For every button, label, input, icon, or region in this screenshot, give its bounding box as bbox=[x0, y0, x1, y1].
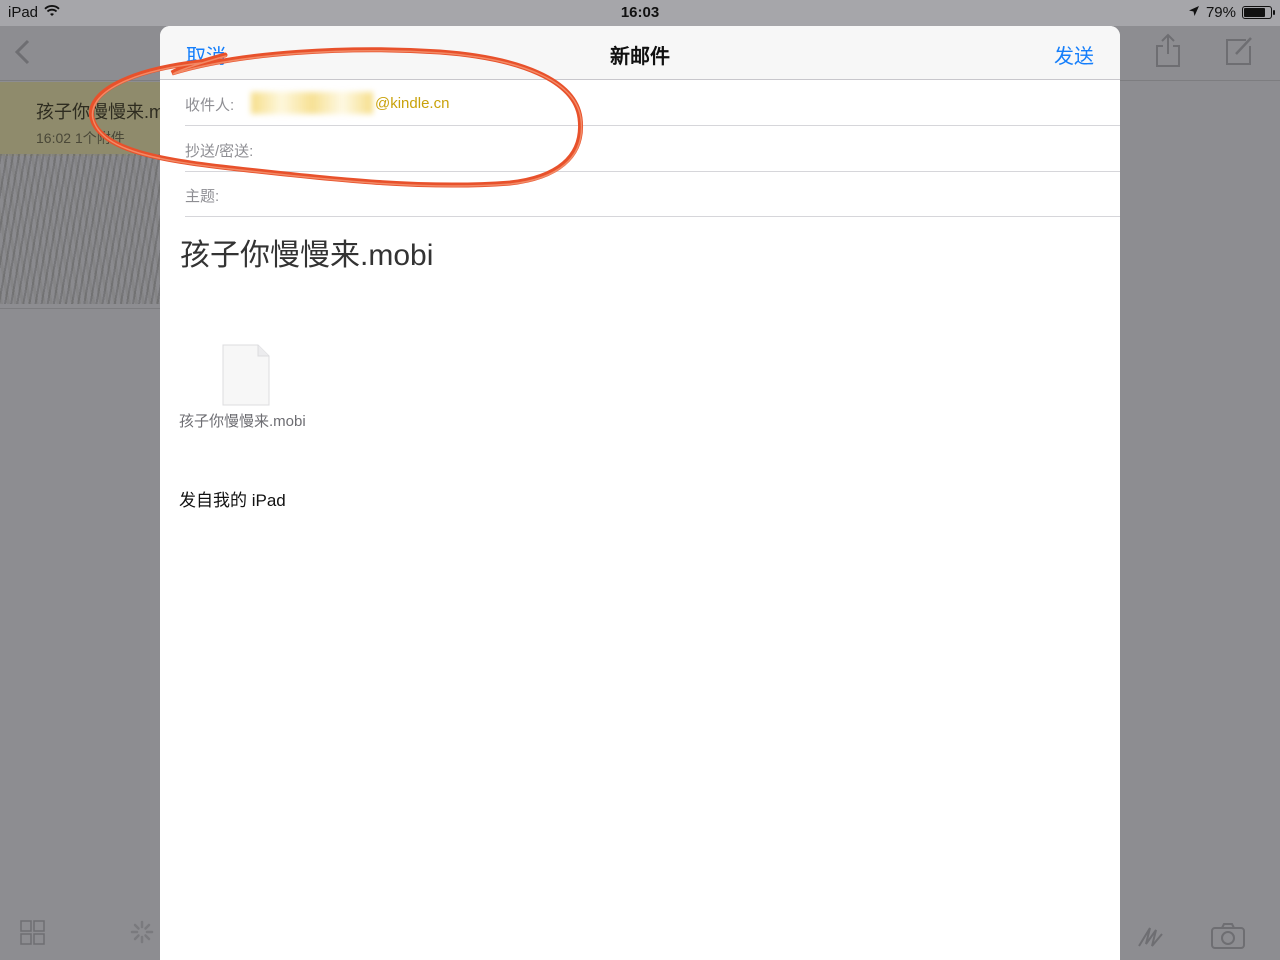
share-icon[interactable] bbox=[1154, 32, 1182, 73]
redacted-preview bbox=[0, 154, 160, 304]
message-title: 孩子你慢慢来.m bbox=[36, 102, 160, 122]
subject-label: 主题: bbox=[185, 188, 220, 205]
compose-icon[interactable] bbox=[1224, 34, 1254, 71]
message-attachment-count: 1个附件 bbox=[74, 130, 125, 146]
grid-icon[interactable] bbox=[20, 920, 46, 951]
to-field[interactable]: 收件人: @kindle.cn bbox=[185, 80, 1120, 126]
subject-field[interactable]: 主题: bbox=[185, 171, 1120, 217]
send-button[interactable]: 发送 bbox=[1054, 40, 1094, 69]
document-icon bbox=[222, 344, 270, 411]
location-arrow-icon bbox=[1188, 4, 1200, 21]
back-chevron-icon[interactable] bbox=[12, 38, 32, 71]
battery-percent: 79% bbox=[1205, 4, 1236, 21]
camera-icon[interactable] bbox=[1210, 922, 1246, 955]
cancel-button[interactable]: 取消 bbox=[186, 40, 226, 69]
cc-bcc-label: 抄送/密送: bbox=[185, 143, 254, 160]
recipient-token[interactable]: @kindle.cn bbox=[251, 92, 449, 114]
message-meta: 16:02 1个附件 bbox=[36, 128, 160, 148]
message-time: 16:02 bbox=[36, 130, 72, 146]
attachment-name: 孩子你慢慢来.mobi bbox=[179, 413, 306, 430]
spinner-icon bbox=[130, 920, 154, 949]
body-title-text[interactable]: 孩子你慢慢来.mobi bbox=[180, 230, 433, 274]
message-list-item[interactable]: 孩子你慢慢来.m 16:02 1个附件 bbox=[0, 82, 160, 156]
status-time: 16:03 bbox=[620, 4, 660, 21]
status-right: 79% bbox=[1188, 4, 1275, 21]
compose-title: 新邮件 bbox=[610, 46, 670, 68]
compose-sheet: 取消 新邮件 发送 收件人: @kindle.cn 抄送/密送: 主题: 孩子你… bbox=[160, 26, 1120, 960]
battery-icon bbox=[1242, 6, 1275, 19]
signature-text[interactable]: 发自我的 iPad bbox=[179, 486, 286, 511]
status-bar: iPad 16:03 79% bbox=[0, 0, 1280, 26]
list-divider bbox=[0, 308, 160, 309]
markup-icon[interactable] bbox=[1136, 920, 1166, 955]
cc-bcc-field[interactable]: 抄送/密送: bbox=[185, 126, 1120, 172]
recipient-domain: @kindle.cn bbox=[375, 94, 450, 112]
redacted-recipient-name bbox=[251, 92, 373, 114]
battery-fill bbox=[1244, 8, 1265, 17]
compose-nav-bar: 取消 新邮件 发送 bbox=[160, 26, 1120, 80]
to-label: 收件人: bbox=[185, 97, 235, 114]
